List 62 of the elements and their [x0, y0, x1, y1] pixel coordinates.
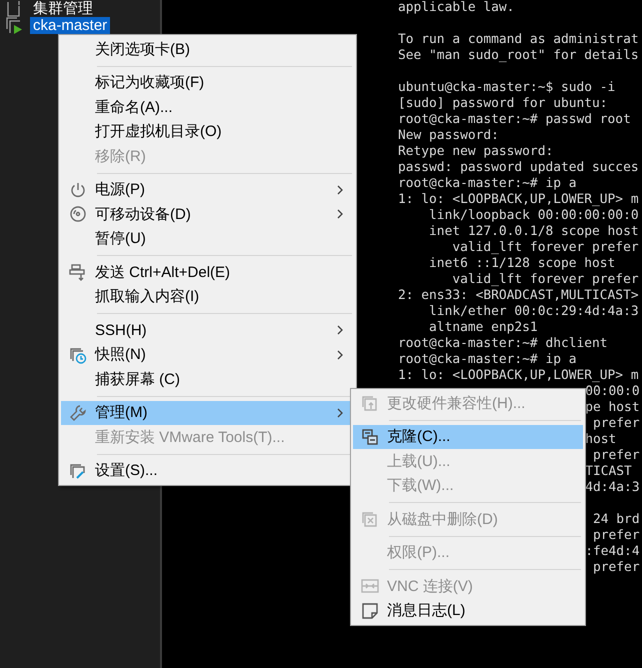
terminal-line: :fe4d:4: [585, 544, 640, 559]
menu-item[interactable]: 快照(N): [61, 342, 354, 367]
terminal-line: link/ether 00:0c:29:4d:4a:3: [428, 304, 639, 319]
terminal-line: link/loopback 00:00:00:00:0: [428, 208, 639, 223]
terminal-line: altname enp2s1: [428, 320, 538, 335]
terminal-line: host: [585, 432, 616, 447]
terminal-line: TICAST: [585, 464, 632, 479]
delete-icon: [361, 510, 379, 528]
vnc-icon: [361, 577, 379, 596]
power-icon: [69, 180, 87, 199]
terminal-line: 2: ens33: <BROADCAST,MULTICAST>: [398, 288, 639, 303]
menu-item[interactable]: 消息日志(L): [353, 598, 583, 623]
disc-icon: [69, 205, 87, 224]
terminal-line: 4d:4a:3: [585, 480, 640, 495]
terminal-line: 1: lo: <LOOPBACK,UP,LOWER_UP> m: [398, 192, 639, 207]
tree-item[interactable]: 集群管理: [30, 0, 96, 17]
menu-item[interactable]: 暂停(U): [61, 226, 354, 251]
terminal-line: 00:00:0: [585, 384, 640, 399]
terminal-line: root@cka-master:~# ip a: [398, 352, 576, 367]
terminal-line: pe host: [585, 400, 640, 415]
snapshot-icon: [69, 346, 87, 364]
terminal-line: New password:: [398, 128, 499, 143]
menu-item[interactable]: 重命名(A)...: [61, 95, 354, 120]
wrench-icon: [69, 404, 87, 422]
terminal-line: valid_lft forever prefer: [451, 272, 639, 287]
menu-item[interactable]: 设置(S)...: [61, 458, 354, 483]
menu-item[interactable]: 打开虚拟机目录(O): [61, 120, 354, 144]
tree-item[interactable]: cka-master: [30, 17, 110, 34]
terminal-line: 24 brd: [592, 512, 640, 527]
menu-item[interactable]: 可移动设备(D): [61, 202, 354, 226]
upgrade-icon: [361, 394, 379, 412]
terminal-line: inet6 ::1/128 scope host: [428, 256, 616, 271]
terminal-line: prefer: [592, 560, 640, 575]
menu-item[interactable]: 标记为收藏项(F): [61, 70, 354, 95]
clone-icon: [361, 428, 379, 446]
terminal-line: Retype new password:: [398, 144, 554, 159]
terminal-line: prefer: [592, 416, 640, 431]
terminal-line: See "man sudo_root" for details: [398, 48, 639, 63]
menu-item[interactable]: 关闭选项卡(B): [61, 37, 354, 62]
note-icon: [361, 602, 379, 620]
terminal-line: To run a command as administrat: [398, 32, 639, 47]
menu-item[interactable]: 电源(P): [61, 178, 354, 202]
terminal-line: [sudo] password for ubuntu:: [398, 96, 608, 111]
menu-item[interactable]: 克隆(C)...: [353, 424, 583, 449]
terminal-line: prefer: [592, 448, 640, 463]
terminal-line: valid_lft forever prefer: [451, 240, 639, 255]
terminal-line: applicable law.: [398, 0, 514, 15]
terminal-line: passwd: password updated succes: [398, 160, 639, 175]
vm-running-icon: [6, 16, 24, 34]
menu-item[interactable]: 捕获屏幕 (C): [61, 367, 354, 392]
terminal-line: root@cka-master:~# dhclient: [398, 336, 608, 351]
terminal-line: root@cka-master:~# ip a: [398, 176, 576, 191]
settings-icon: [69, 462, 87, 480]
terminal-line: root@cka-master:~# passwd root: [398, 112, 631, 127]
menu-item[interactable]: SSH(H): [61, 318, 354, 342]
menu-item[interactable]: 抓取输入内容(I): [61, 284, 354, 309]
menu-item[interactable]: 发送 Ctrl+Alt+Del(E): [61, 260, 354, 284]
send-keys-icon: [69, 263, 87, 282]
terminal-line: 1: lo: <LOOPBACK,UP,LOWER_UP> m: [398, 368, 639, 383]
terminal-line: inet 127.0.0.1/8 scope host: [428, 224, 639, 239]
terminal-line: ubuntu@cka-master:~$ sudo -i: [398, 80, 616, 95]
terminal-line: prefer: [592, 528, 640, 543]
